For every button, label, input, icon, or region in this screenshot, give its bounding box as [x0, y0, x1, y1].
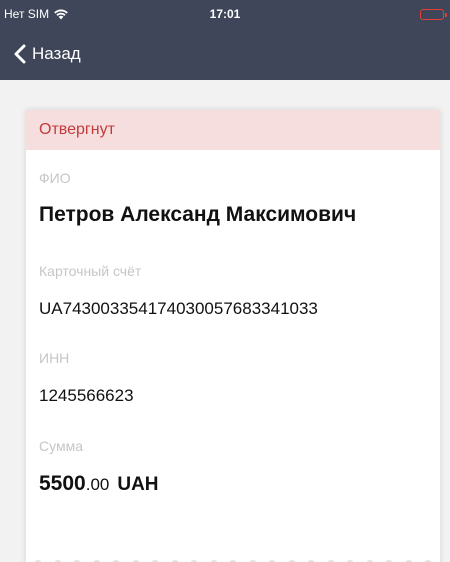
nav-bar: Назад [0, 30, 450, 80]
back-button[interactable]: Назад [14, 40, 81, 68]
account-field: Карточный счёт UA74300335417403005768334… [39, 263, 430, 319]
amount-integer: 5500 [39, 472, 86, 495]
fio-value: Петров Александ Максимович [39, 203, 357, 226]
status-time: 17:01 [209, 7, 241, 21]
inn-label: ИНН [39, 350, 70, 366]
account-label: Карточный счёт [39, 263, 142, 279]
status-banner: Отвергнут [26, 110, 440, 150]
chevron-left-icon [14, 44, 26, 64]
back-label: Назад [32, 44, 81, 63]
battery-icon [420, 9, 447, 20]
inn-field: ИНН 1245566623 [39, 350, 430, 406]
account-value: UA743003354174030057683341033 [39, 299, 318, 318]
payment-card: Отвергнут ФИО Петров Александ Максимович… [26, 110, 440, 562]
status-label: Отвергнут [39, 121, 115, 138]
screen: Нет SIM 17:01 Назад Отвергнут ФИО Петров… [0, 0, 450, 562]
amount-field: Сумма 5500.00 UAH [39, 438, 430, 496]
amount-decimal: .00 [85, 475, 110, 494]
amount-currency: UAH [117, 474, 159, 495]
status-bar: Нет SIM 17:01 [0, 0, 450, 30]
inn-value: 1245566623 [39, 386, 134, 405]
fio-field: ФИО Петров Александ Максимович [39, 170, 430, 227]
header: Нет SIM 17:01 Назад [0, 0, 450, 80]
amount-value: 5500.00 UAH [39, 472, 430, 496]
amount-label: Сумма [39, 438, 83, 454]
fio-label: ФИО [39, 170, 71, 186]
